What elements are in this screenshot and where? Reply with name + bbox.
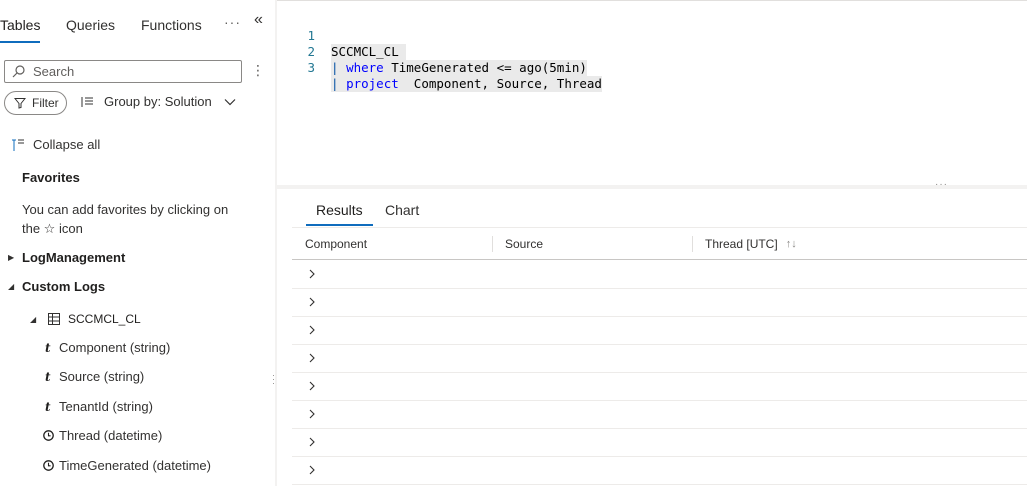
collapse-all-button[interactable]: Collapse all xyxy=(11,137,100,152)
field-thread[interactable]: Thread (datetime) xyxy=(43,428,162,443)
tree-node-custom-logs[interactable]: ◢ Custom Logs xyxy=(8,279,105,294)
table-row[interactable] xyxy=(292,345,1027,373)
string-type-icon: t xyxy=(45,340,51,355)
more-tabs-button[interactable]: ··· xyxy=(224,14,241,30)
table-row[interactable] xyxy=(292,373,1027,401)
kql-keyword: where xyxy=(346,60,384,75)
chevron-right-icon[interactable] xyxy=(308,380,316,395)
chevron-right-icon[interactable] xyxy=(308,436,316,451)
line-number: 3 xyxy=(307,60,315,75)
sort-icon[interactable]: ↑↓ xyxy=(786,238,797,250)
collapse-panel-button[interactable]: « xyxy=(254,11,263,29)
column-resize-handle[interactable] xyxy=(692,236,693,252)
tab-functions[interactable]: Functions xyxy=(141,14,202,36)
string-type-icon: t xyxy=(45,399,51,414)
code-line-3[interactable]: 3 | project Component, Source, Thread xyxy=(277,44,1017,92)
collapse-all-icon xyxy=(12,139,24,151)
code-rest: TimeGenerated <= ago(5min) xyxy=(383,60,587,75)
tab-queries[interactable]: Queries xyxy=(66,14,115,36)
query-editor[interactable]: 1 SCCMCL_CL 2 | where TimeGenerated <= a… xyxy=(277,0,1027,185)
table-row[interactable] xyxy=(292,457,1027,485)
code-text: | where TimeGenerated <= ago(5min) xyxy=(331,60,587,76)
splitter-grip-icon[interactable]: ··· xyxy=(272,371,276,388)
table-row[interactable] xyxy=(292,429,1027,457)
field-source[interactable]: t Source (string) xyxy=(45,369,144,384)
filter-icon xyxy=(14,98,26,109)
tab-chart[interactable]: Chart xyxy=(385,202,419,218)
table-row[interactable] xyxy=(292,401,1027,429)
caret-right-icon: ▶ xyxy=(8,253,15,262)
search-icon xyxy=(12,65,25,78)
column-header-source[interactable]: Source xyxy=(505,237,543,251)
tree-node-logmanagement[interactable]: ▶ LogManagement xyxy=(8,250,125,265)
chevron-right-icon[interactable] xyxy=(308,352,316,367)
field-label: TenantId (string) xyxy=(59,399,153,414)
chevron-right-icon[interactable] xyxy=(308,464,316,479)
chevron-right-icon[interactable] xyxy=(308,268,316,283)
field-label: Source (string) xyxy=(59,369,145,384)
field-tenantid[interactable]: t TenantId (string) xyxy=(45,399,153,414)
column-header-label: Thread [UTC] xyxy=(705,237,778,251)
code-line-2[interactable]: 2 | where TimeGenerated <= ago(5min) xyxy=(277,28,1017,76)
filter-label: Filter xyxy=(32,96,59,110)
caret-expanded-icon: ◢ xyxy=(30,314,37,324)
tree-node-label: Custom Logs xyxy=(22,279,106,294)
favorites-heading: Favorites xyxy=(22,170,80,185)
code-line-1[interactable]: 1 SCCMCL_CL xyxy=(277,12,1017,60)
group-list-icon xyxy=(81,96,93,107)
schema-panel: Tables Queries Functions ··· « ⋮ Filter … xyxy=(0,0,275,486)
tree-node-label: LogManagement xyxy=(22,250,126,265)
caret-expanded-icon: ◢ xyxy=(8,282,15,291)
tree-node-label: SCCMCL_CL xyxy=(68,312,141,326)
table-icon xyxy=(48,313,60,325)
group-by-dropdown[interactable]: Group by: Solution xyxy=(80,94,236,109)
chevron-right-icon[interactable] xyxy=(308,296,316,311)
tab-results[interactable]: Results xyxy=(306,202,373,226)
kql-keyword: project xyxy=(346,76,399,91)
code-rest: Component, Source, Thread xyxy=(398,76,602,91)
field-label: TimeGenerated (datetime) xyxy=(59,458,211,473)
code-text: | project Component, Source, Thread xyxy=(331,76,602,92)
favorites-hint-line-2: the ☆ icon xyxy=(22,221,83,236)
more-options-button[interactable]: ⋮ xyxy=(251,60,265,80)
chevron-down-icon xyxy=(224,98,236,105)
field-timegenerated[interactable]: TimeGenerated (datetime) xyxy=(43,458,211,473)
tab-tables[interactable]: Tables xyxy=(0,14,41,43)
pipe-operator: | xyxy=(331,76,347,91)
favorites-hint: You can add favorites by clicking on the… xyxy=(22,200,257,238)
search-input[interactable] xyxy=(33,64,223,79)
column-header-component[interactable]: Component xyxy=(305,237,367,251)
favorites-hint-line-1: You can add favorites by clicking on xyxy=(22,202,229,217)
results-grid-header: Component Source Thread [UTC] ↑↓ xyxy=(292,228,1027,260)
splitter-grip-icon[interactable]: ··· xyxy=(935,179,948,190)
group-by-label: Group by: Solution xyxy=(104,94,212,109)
chevron-right-icon[interactable] xyxy=(308,408,316,423)
search-box[interactable] xyxy=(4,60,242,83)
table-row[interactable] xyxy=(292,261,1027,289)
column-resize-handle[interactable] xyxy=(492,236,493,252)
clock-icon xyxy=(43,460,57,471)
field-label: Thread (datetime) xyxy=(59,428,163,443)
pipe-operator: | xyxy=(331,60,347,75)
table-row[interactable] xyxy=(292,317,1027,345)
field-component[interactable]: t Component (string) xyxy=(45,340,170,355)
chevron-right-icon[interactable] xyxy=(308,324,316,339)
tree-node-table-sccmcl[interactable]: ◢ SCCMCL_CL xyxy=(30,312,141,326)
string-type-icon: t xyxy=(45,369,51,384)
table-row[interactable] xyxy=(292,289,1027,317)
field-label: Component (string) xyxy=(59,340,171,355)
editor-results-splitter[interactable] xyxy=(277,185,1027,189)
column-header-thread[interactable]: Thread [UTC] ↑↓ xyxy=(705,237,797,251)
filter-button[interactable]: Filter xyxy=(4,91,67,115)
clock-icon xyxy=(43,430,57,441)
collapse-all-label: Collapse all xyxy=(33,137,101,152)
